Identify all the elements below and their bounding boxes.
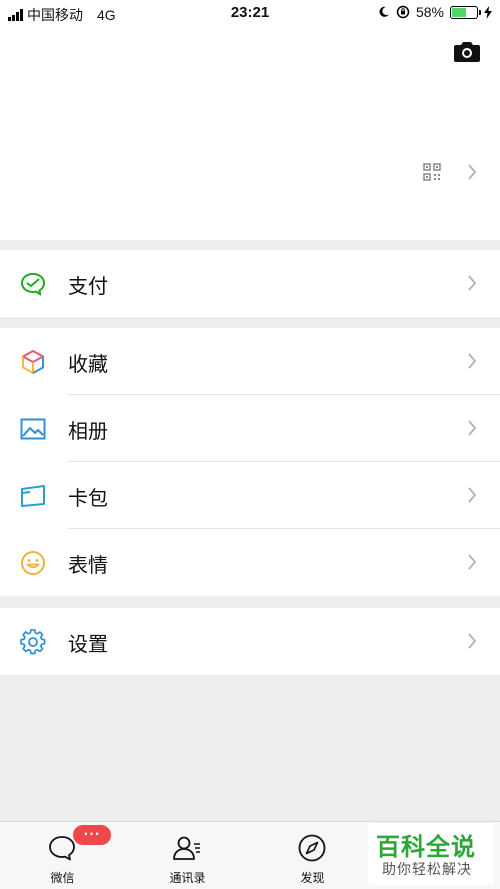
menu-group-settings: 设置: [0, 608, 500, 675]
camera-icon[interactable]: [454, 40, 480, 62]
tab-label-chats: 微信: [50, 871, 75, 885]
menu-group-main: 收藏 相册 卡包 表情: [0, 328, 500, 596]
unread-badge: ···: [73, 825, 111, 845]
tab-label-discover: 发现: [300, 871, 325, 885]
menu-label-cards: 卡包: [68, 486, 108, 510]
battery-icon: [450, 5, 481, 19]
status-bar: 中国移动 4G 23:21 58%: [0, 0, 500, 26]
charging-icon: [484, 5, 492, 19]
battery-level: [452, 7, 466, 17]
watermark: 百科全说 助你轻松解决: [368, 823, 494, 885]
watermark-title: 百科全说: [376, 833, 476, 861]
moon-icon: [379, 6, 389, 17]
chevron-right-icon: [468, 420, 477, 436]
gear-icon: [20, 629, 46, 655]
menu-group-pay: 支付: [0, 250, 500, 317]
chevron-right-icon: [468, 554, 477, 570]
menu-label-stickers: 表情: [68, 553, 108, 577]
smiley-icon: [21, 551, 45, 575]
menu-item-cards[interactable]: 卡包: [0, 462, 500, 529]
profile-header[interactable]: [0, 26, 500, 240]
chevron-right-icon: [468, 633, 477, 649]
menu-label-favorites: 收藏: [68, 352, 108, 376]
menu-item-favorites[interactable]: 收藏: [0, 328, 500, 395]
qr-code-icon[interactable]: [423, 163, 441, 181]
orientation-lock-icon: [396, 5, 410, 19]
tab-contacts[interactable]: 通讯录: [125, 822, 250, 889]
card-icon: [21, 485, 45, 507]
menu-item-settings[interactable]: 设置: [0, 608, 500, 675]
contacts-icon: [173, 836, 200, 860]
menu-label-settings: 设置: [68, 632, 108, 656]
compass-icon: [298, 834, 326, 862]
watermark-subtitle: 助你轻松解决: [382, 862, 472, 878]
tab-discover[interactable]: 发现: [250, 822, 375, 889]
tab-label-contacts: 通讯录: [169, 871, 206, 885]
menu-label-album: 相册: [68, 419, 108, 443]
chevron-right-icon: [468, 164, 477, 180]
menu-item-album[interactable]: 相册: [0, 395, 500, 462]
wechat-pay-icon: [20, 272, 46, 296]
chevron-right-icon: [468, 275, 477, 291]
chevron-right-icon: [468, 353, 477, 369]
tab-chats[interactable]: 微信 ···: [0, 822, 125, 889]
menu-item-pay[interactable]: 支付: [0, 250, 500, 317]
menu-label-pay: 支付: [68, 274, 108, 298]
chevron-right-icon: [468, 487, 477, 503]
image-icon: [20, 418, 46, 440]
cube-icon: [22, 350, 44, 374]
menu-item-stickers[interactable]: 表情: [0, 529, 500, 596]
battery-percent: 58%: [415, 4, 444, 20]
